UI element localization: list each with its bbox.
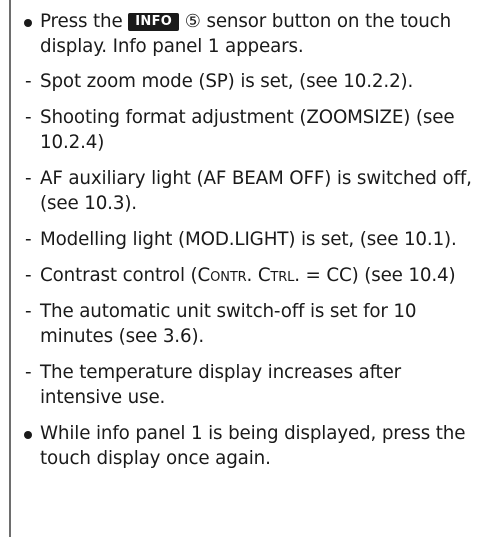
- instruction-bullet-1: Press the INFO ⑤ sensor button on the to…: [0, 9, 484, 59]
- instruction-1-before-badge: Press the: [40, 11, 129, 32]
- status-item-zoomsize: - Shooting format adjustment (ZOOMSIZE) …: [0, 105, 484, 155]
- dash-marker: -: [25, 301, 32, 322]
- dash-marker: -: [25, 168, 32, 189]
- status-item-temperature: - The temperature display increases afte…: [0, 360, 484, 410]
- dash-marker: -: [25, 229, 32, 250]
- status-item-spot-zoom: - Spot zoom mode (SP) is set, (see 10.2.…: [0, 69, 484, 94]
- status-item-text-prefix: Contrast control (: [40, 265, 198, 286]
- circled-number-five: ⑤: [184, 11, 201, 32]
- dash-marker: -: [25, 265, 32, 286]
- status-item-text: AF auxiliary light (AF BEAM OFF) is swit…: [40, 168, 472, 214]
- manual-page: Press the INFO ⑤ sensor button on the to…: [0, 0, 484, 537]
- status-item-text: The temperature display increases after …: [40, 362, 402, 408]
- status-item-text: Shooting format adjustment (ZOOMSIZE) (s…: [40, 107, 455, 153]
- status-item-text: The automatic unit switch-off is set for…: [40, 301, 417, 347]
- status-item-auto-switch-off: - The automatic unit switch-off is set f…: [0, 299, 484, 349]
- status-item-af-beam: - AF auxiliary light (AF BEAM OFF) is sw…: [0, 166, 484, 216]
- instruction-bullet-2: While info panel 1 is being displayed, p…: [0, 421, 484, 471]
- info-button-badge: INFO: [128, 13, 180, 31]
- status-item-text: Spot zoom mode (SP) is set, (see 10.2.2)…: [40, 71, 414, 92]
- status-item-text: Modelling light (MOD.LIGHT) is set, (see…: [40, 229, 457, 250]
- dash-marker: -: [25, 107, 32, 128]
- status-item-text-suffix: = CC) (see 10.4): [299, 265, 456, 286]
- dash-marker: -: [25, 71, 32, 92]
- instruction-2-text: While info panel 1 is being displayed, p…: [40, 423, 466, 469]
- status-item-contrast-control: - Contrast control (Contr. Ctrl. = CC) (…: [0, 263, 484, 288]
- dash-marker: -: [25, 362, 32, 383]
- status-item-modelling-light: - Modelling light (MOD.LIGHT) is set, (s…: [0, 227, 484, 252]
- contrast-control-smallcaps: Contr. Ctrl.: [197, 265, 300, 286]
